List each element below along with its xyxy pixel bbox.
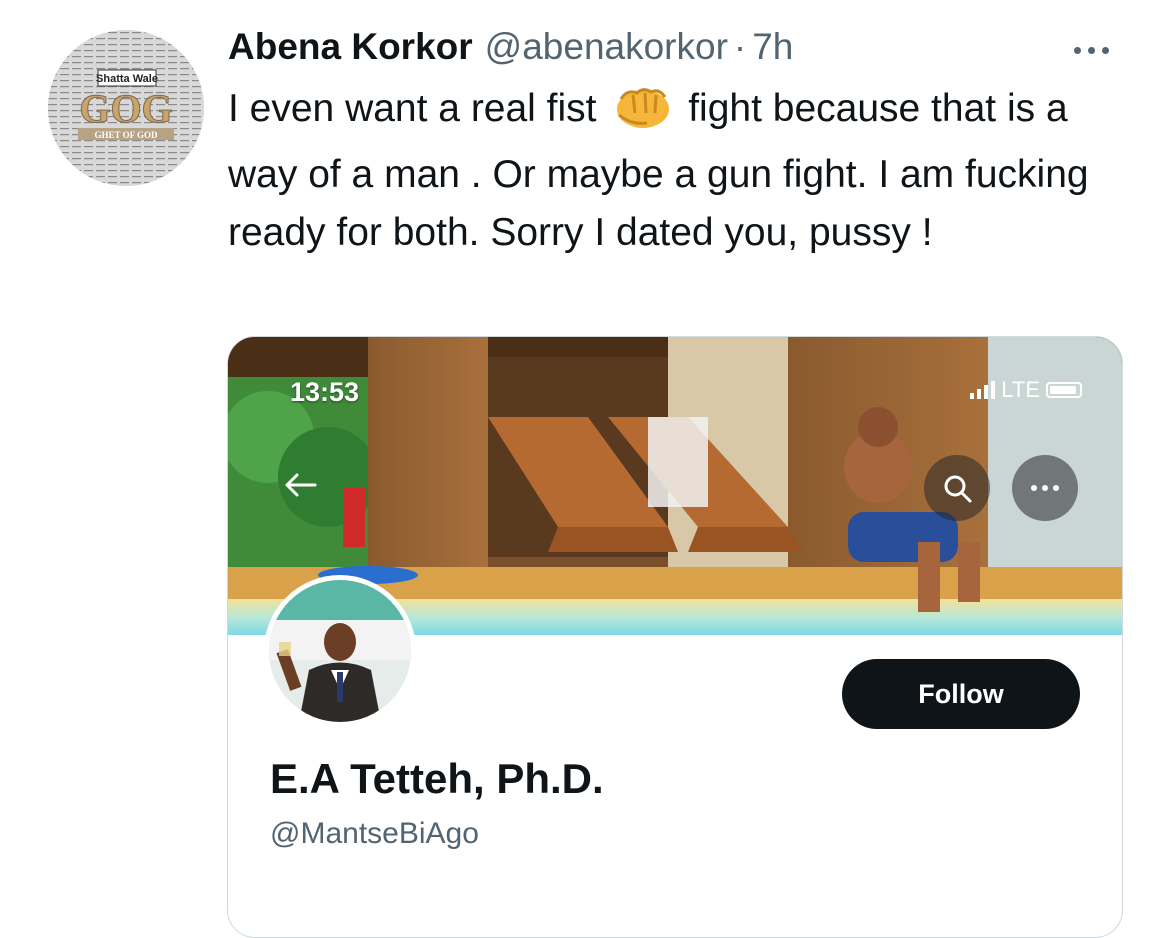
- logo-label-bottom: GHET OF GOD: [94, 130, 158, 140]
- tweet-text-part1: I even want a real fist: [228, 87, 597, 130]
- profile-handle: @MantseBiAgo: [270, 817, 479, 850]
- tweet-text: I even want a real fist fight because th…: [228, 80, 1128, 262]
- fist-emoji-icon: [613, 85, 671, 146]
- more-dot-icon: [1101, 46, 1109, 54]
- more-dot-icon: [1087, 46, 1095, 54]
- logo-label-top: Shatta Wale: [96, 73, 158, 85]
- tweet-header: Abena Korkor @abenakorkor · 7h: [228, 26, 793, 76]
- more-menu-icon[interactable]: [1012, 455, 1078, 521]
- follow-button[interactable]: Follow: [842, 659, 1080, 729]
- more-dot-icon: [1073, 46, 1081, 54]
- back-arrow-icon[interactable]: [270, 455, 330, 515]
- network-label: LTE: [1001, 377, 1040, 402]
- search-icon[interactable]: [924, 455, 990, 521]
- profile-name: E.A Tetteh, Ph.D.: [270, 755, 604, 802]
- logo-label-big: GOG: [79, 86, 172, 131]
- signal-icon: [970, 381, 996, 399]
- author-handle[interactable]: @abenakorkor: [485, 26, 728, 68]
- status-time: 13:53: [290, 377, 360, 407]
- author-avatar[interactable]: Shatta Wale GOG GHET OF GOD: [48, 30, 204, 186]
- status-bar-right: LTE: [970, 377, 1082, 403]
- gog-logo-image: Shatta Wale GOG GHET OF GOD: [48, 30, 204, 186]
- timestamp[interactable]: 7h: [752, 26, 793, 68]
- more-options-button[interactable]: [1066, 38, 1116, 62]
- separator-dot: ·: [733, 26, 747, 67]
- profile-avatar[interactable]: [264, 575, 416, 727]
- embedded-image-card[interactable]: 13:53 LTE Follow E.A Tetteh, Ph.D. @Mant…: [227, 336, 1123, 938]
- battery-icon: [1046, 382, 1082, 398]
- author-name[interactable]: Abena Korkor: [228, 26, 473, 68]
